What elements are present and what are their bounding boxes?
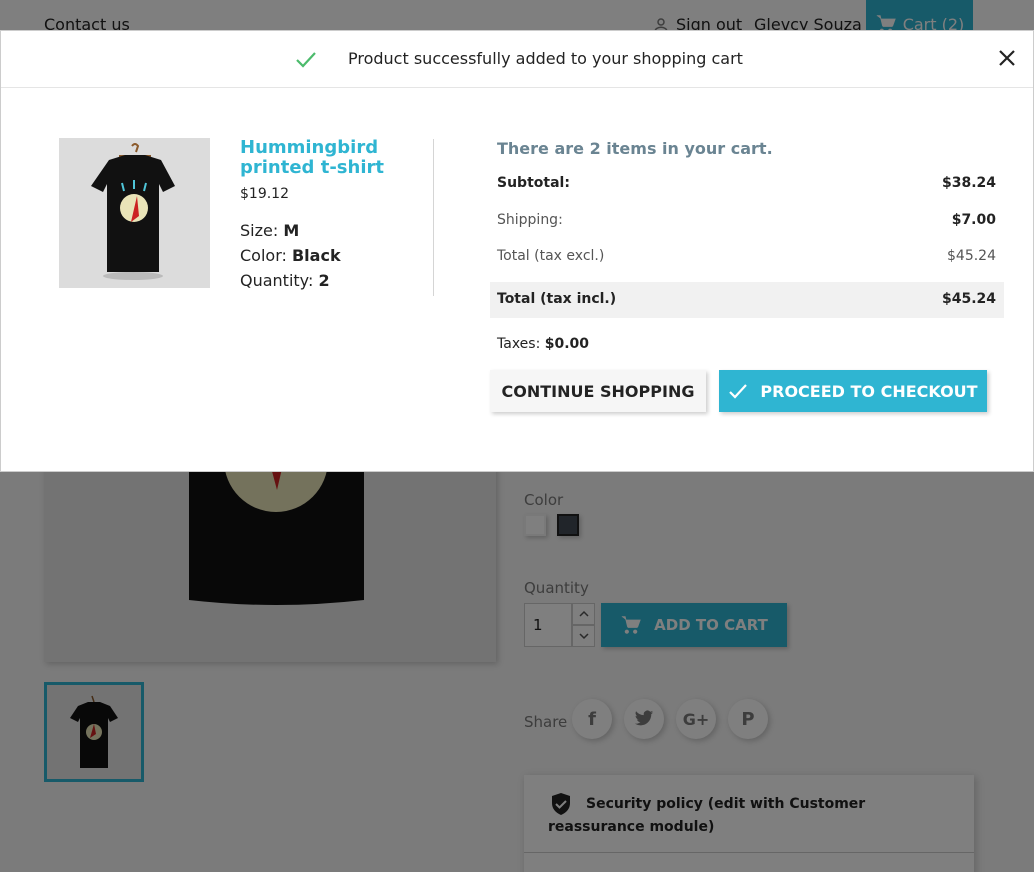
total-excl-label: Total (tax excl.) [497, 248, 605, 264]
close-icon[interactable] [996, 47, 1018, 69]
size-value: M [283, 221, 300, 240]
shipping-value: $7.00 [951, 212, 996, 228]
quantity-label: Quantity: [240, 271, 314, 290]
check-icon [729, 384, 748, 399]
subtotal-value: $38.24 [941, 175, 996, 191]
product-price: $19.12 [240, 186, 289, 202]
product-quantity: Quantity: 2 [240, 271, 330, 290]
color-label: Color: [240, 246, 287, 265]
divider [433, 139, 434, 296]
check-icon [296, 52, 316, 68]
quantity-value: 2 [318, 271, 330, 290]
product-color: Color: Black [240, 246, 341, 265]
taxes-row: Taxes: $0.00 [497, 336, 589, 352]
cart-modal: Product successfully added to your shopp… [0, 30, 1034, 472]
proceed-to-checkout-button[interactable]: PROCEED TO CHECKOUT [719, 370, 987, 412]
cart-item-count: There are 2 items in your cart. [497, 139, 773, 158]
shipping-label: Shipping: [497, 212, 563, 228]
total-incl-value: $45.24 [941, 291, 996, 307]
modal-title: Product successfully added to your shopp… [348, 49, 743, 68]
shipping-row: Shipping: $7.00 [490, 203, 1004, 239]
taxes-value: $0.00 [544, 336, 590, 352]
total-excl-row: Total (tax excl.) $45.24 [490, 239, 1004, 275]
product-name[interactable]: Hummingbird printed t-shirt [240, 138, 420, 178]
product-image [59, 138, 210, 288]
subtotal-row: Subtotal: $38.24 [490, 166, 1004, 202]
color-value: Black [291, 246, 341, 265]
total-excl-value: $45.24 [947, 248, 996, 264]
checkout-label: PROCEED TO CHECKOUT [760, 381, 978, 401]
total-incl-label: Total (tax incl.) [497, 291, 617, 307]
total-incl-row: Total (tax incl.) $45.24 [490, 282, 1004, 318]
product-size: Size: M [240, 221, 299, 240]
subtotal-label: Subtotal: [497, 175, 570, 191]
modal-header: Product successfully added to your shopp… [1, 31, 1033, 88]
continue-shopping-button[interactable]: CONTINUE SHOPPING [490, 370, 706, 412]
taxes-label: Taxes: [497, 336, 541, 352]
size-label: Size: [240, 221, 279, 240]
